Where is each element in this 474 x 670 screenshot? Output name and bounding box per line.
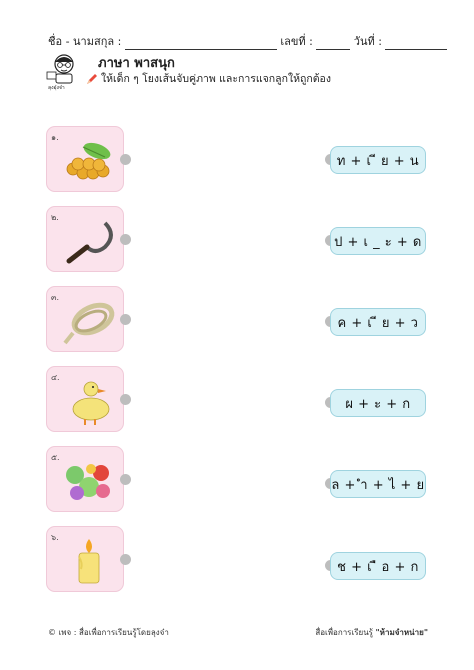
student-info-line: ชื่อ - นามสกุล : เลขที่ : วันที่ :	[48, 32, 448, 50]
answer-pill-2: ป + เ _ ะ + ด	[330, 227, 426, 255]
instruction-row: ให้เด็ก ๆ โยงเส้นจับคู่ภาพ และการแจกลูกใ…	[85, 70, 331, 87]
footer-notice-prefix: สื่อเพื่อการเรียนรู้	[315, 628, 373, 637]
number-field[interactable]	[316, 49, 351, 50]
match-dot-left-4[interactable]	[120, 394, 131, 405]
match-dot-left-3[interactable]	[120, 314, 131, 325]
pencil-icon	[87, 73, 97, 84]
footer-notice-bold: "ห้ามจำหน่าย"	[375, 628, 428, 637]
picture-number: ๓.	[51, 293, 60, 302]
longan-icon	[66, 142, 111, 180]
answer-pill-1: ท + เ ี ย + น	[330, 146, 426, 174]
instruction-text: ให้เด็ก ๆ โยงเส้นจับคู่ภาพ และการแจกลูกใ…	[101, 73, 331, 85]
name-label: ชื่อ - นามสกุล :	[48, 35, 122, 48]
picture-card-1: ๑.	[46, 126, 124, 192]
answer-pill-3: ค + เ ี ย + ว	[330, 308, 426, 336]
date-field[interactable]	[385, 49, 448, 50]
logo-caption: ลุงอุ๋งจ๋า	[48, 85, 65, 91]
candle-icon	[78, 539, 100, 584]
picture-card-2: ๒.	[46, 206, 124, 272]
number-label: เลขที่ :	[280, 35, 313, 48]
name-field[interactable]	[124, 49, 277, 50]
sickle-icon	[66, 221, 113, 264]
date-label: วันที่ :	[353, 35, 382, 48]
match-dot-left-5[interactable]	[120, 474, 131, 485]
vegetables-icon	[66, 464, 110, 500]
footer-notice: สื่อเพื่อการเรียนรู้ "ห้ามจำหน่าย"	[315, 626, 428, 639]
picture-number: ๖.	[51, 533, 59, 542]
picture-card-4: ๔.	[46, 366, 124, 432]
match-dot-left-2[interactable]	[120, 234, 131, 245]
picture-card-5: ๕.	[46, 446, 124, 512]
teacher-logo: ลุงอุ๋งจ๋า	[44, 50, 84, 92]
match-dot-left-6[interactable]	[120, 554, 131, 565]
duck-icon	[72, 381, 110, 425]
footer-credit: © เพจ : สื่อเพื่อการเรียนรู้โดยลุงจ๋า	[48, 628, 169, 637]
answer-pill-5: ล + ำ + ไ + ย	[330, 470, 426, 498]
picture-card-3: ๓.	[46, 286, 124, 352]
match-dot-left-1[interactable]	[120, 154, 131, 165]
answer-pill-4: ผ + ะ + ก	[330, 389, 426, 417]
answer-pill-6: ช + เ ื อ + ก	[330, 552, 426, 580]
picture-card-6: ๖.	[46, 526, 124, 592]
rope-icon	[63, 302, 115, 345]
picture-number: ๕.	[51, 453, 60, 462]
picture-number: ๔.	[51, 373, 60, 382]
picture-number: ๑.	[51, 133, 59, 142]
picture-number: ๒.	[51, 213, 59, 222]
